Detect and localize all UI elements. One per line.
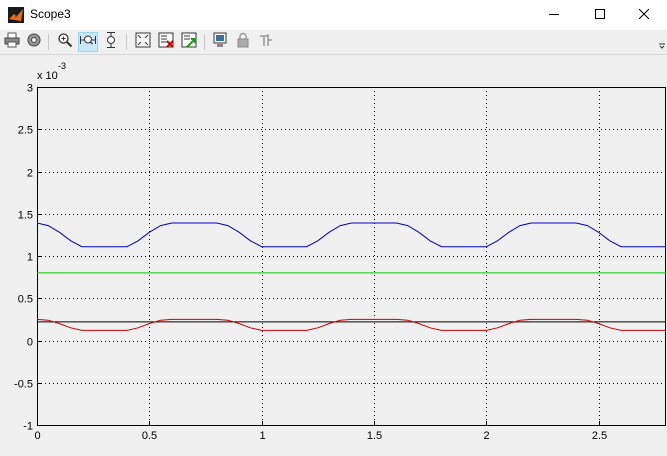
scope-plot-area: 0 0.5 1 1.5 2 2.5 -1 -0.5 0 0.5 1 1.5 2 2.5 3 x 10 -3 [0, 55, 667, 451]
x-tick-label: 1 [259, 430, 265, 442]
parameters-button[interactable] [24, 32, 44, 52]
minimize-button[interactable] [531, 0, 577, 30]
zoom-x-axis-button[interactable] [78, 32, 98, 52]
y-tick-label: 2 [27, 168, 33, 180]
close-icon [638, 6, 650, 24]
lock-axes-button[interactable] [233, 32, 253, 52]
zoom-y-axis-icon [103, 31, 119, 53]
y-tick-label: 1 [27, 252, 33, 264]
y-tick-label: 0.5 [18, 294, 33, 306]
title-bar: Scope3 [0, 0, 667, 30]
floating-scope-icon [212, 32, 228, 53]
toolbar-separator [204, 34, 205, 50]
save-axes-settings-button[interactable] [156, 32, 176, 52]
close-button[interactable] [621, 0, 667, 30]
parameters-gear-icon [26, 32, 42, 53]
save-axes-settings-icon [158, 32, 174, 53]
axes-frame [37, 87, 666, 426]
series-line-1 [36, 222, 666, 248]
restore-axes-settings-icon [181, 32, 197, 53]
x-tick-label: 2.5 [592, 430, 607, 442]
y-tick-label: 1.5 [18, 210, 33, 222]
lines-layer [36, 222, 666, 331]
restore-axes-settings-button[interactable] [179, 32, 199, 52]
zoom-x-axis-icon [80, 32, 96, 53]
ticks-layer: 0 0.5 1 1.5 2 2.5 -1 -0.5 0 0.5 1 1.5 2 2.5 3 [14, 83, 607, 443]
zoom-in-icon [57, 32, 73, 53]
signal-selection-icon [258, 32, 274, 53]
x-tick-label: 2 [483, 430, 489, 442]
exponent-power: -3 [58, 61, 66, 71]
y-tick-label: 0 [27, 337, 33, 349]
window-title: Scope3 [30, 7, 71, 21]
exponent-label: x 10 [37, 70, 58, 82]
scope-axes[interactable]: 0 0.5 1 1.5 2 2.5 -1 -0.5 0 0.5 1 1.5 2 2.5 3 x 10 -3 [0, 55, 667, 451]
autoscale-button[interactable] [133, 32, 153, 52]
series-line-4 [36, 318, 666, 331]
zoom-in-button[interactable] [55, 32, 75, 52]
toolbar [0, 30, 667, 55]
matlab-icon [8, 7, 24, 23]
lock-axes-icon [235, 32, 251, 53]
y-tick-label: 2.5 [18, 125, 33, 137]
x-tick-label: 0 [34, 430, 40, 442]
toolbar-separator [126, 34, 127, 50]
x-tick-label: 0.5 [142, 430, 157, 442]
print-icon [4, 32, 20, 53]
maximize-icon [595, 6, 605, 24]
grid-layer [37, 87, 666, 425]
maximize-button[interactable] [577, 0, 623, 30]
x-tick-label: 1.5 [367, 430, 382, 442]
toolbar-separator [48, 34, 49, 50]
y-tick-label: -0.5 [14, 379, 33, 391]
toolbar-overflow-handle[interactable] [658, 36, 666, 49]
print-button[interactable] [2, 32, 22, 52]
chevron-down-icon [658, 36, 666, 53]
y-tick-label: -1 [23, 421, 33, 433]
minimize-icon [549, 6, 559, 24]
y-tick-label: 3 [27, 83, 33, 95]
floating-scope-button[interactable] [210, 32, 230, 52]
autoscale-icon [135, 32, 151, 53]
signal-selection-button[interactable] [256, 32, 276, 52]
zoom-y-axis-button[interactable] [101, 31, 121, 53]
